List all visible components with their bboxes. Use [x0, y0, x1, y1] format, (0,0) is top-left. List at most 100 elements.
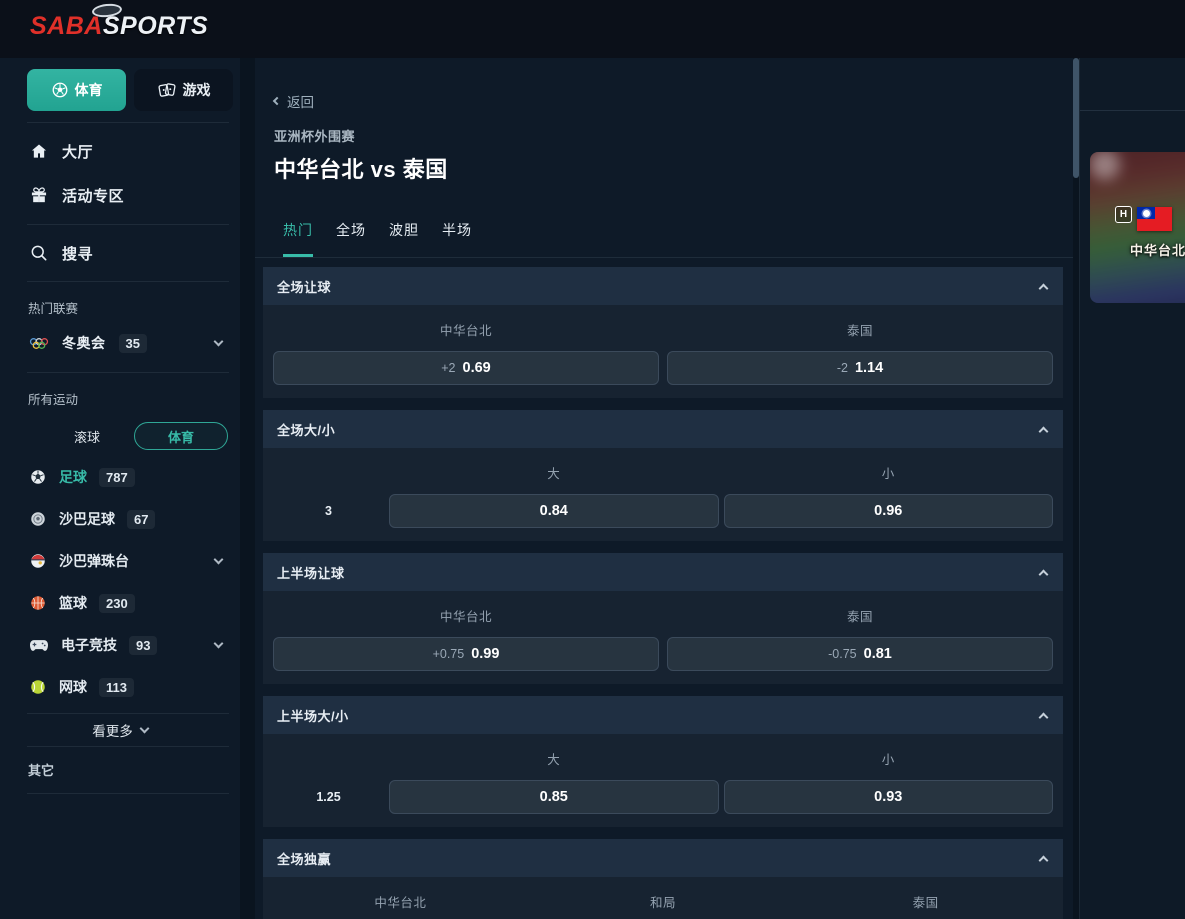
- games-mode-button[interactable]: 游戏: [134, 69, 233, 111]
- sidebar-item-saba-pinball[interactable]: 沙巴弹珠台: [0, 540, 240, 582]
- basketball-icon: [29, 594, 47, 612]
- chevron-left-icon: [273, 97, 281, 105]
- column-header: 中华台北: [273, 600, 659, 637]
- market-header[interactable]: 上半场让球: [263, 553, 1063, 591]
- column-header: 和局: [536, 886, 791, 919]
- live-prematch-toggle: 滚球 体育: [40, 422, 228, 450]
- divider: [27, 372, 229, 373]
- odds-button-over[interactable]: 0.85: [389, 780, 719, 814]
- column-header: 中华台北: [273, 886, 528, 919]
- chevron-up-icon: [1039, 712, 1049, 722]
- column-header: 小: [724, 743, 1054, 780]
- column-header: 大: [389, 743, 719, 780]
- odds-button-over[interactable]: 0.84: [389, 494, 719, 528]
- sidebar-item-search[interactable]: 搜寻: [0, 231, 240, 275]
- odds-value: 0.99: [471, 646, 499, 662]
- home-team-card[interactable]: H 中华台北: [1090, 152, 1185, 303]
- column-header: 大: [389, 457, 719, 494]
- sidebar-item-winter-olympics[interactable]: 冬奥会 35: [0, 321, 240, 365]
- team-name: 中华台北: [1130, 240, 1185, 259]
- column-header-spacer: [273, 457, 384, 494]
- sport-label: 篮球: [59, 593, 87, 613]
- column-header: 泰国: [798, 886, 1053, 919]
- tab-correct-score[interactable]: 波胆: [389, 220, 419, 257]
- market-header[interactable]: 全场让球: [263, 267, 1063, 305]
- odds-button-under[interactable]: 0.93: [724, 780, 1054, 814]
- market-body: 中华台北 和局 泰国: [263, 877, 1063, 919]
- odds-value: 0.69: [463, 360, 491, 376]
- sidebar-item-basketball[interactable]: 篮球 230: [0, 582, 240, 624]
- home-badge: H: [1115, 206, 1132, 223]
- chevron-down-icon[interactable]: [214, 337, 224, 347]
- pinball-icon: [29, 552, 47, 570]
- tab-halftime[interactable]: 半场: [442, 220, 472, 257]
- home-icon: [29, 141, 49, 161]
- market-section-ft-handicap: 全场让球 中华台北 泰国 +2 0.69 -2 1.14: [263, 267, 1063, 398]
- sidebar-item-soccer[interactable]: 足球 787: [0, 456, 240, 498]
- market-body: 大 小 1.25 0.85 0.93: [263, 734, 1063, 827]
- league-count-badge: 35: [119, 334, 147, 353]
- odds-button-home[interactable]: +0.75 0.99: [273, 637, 659, 671]
- market-header[interactable]: 上半场大/小: [263, 696, 1063, 734]
- odds-value: 0.84: [540, 503, 568, 519]
- toggle-live[interactable]: 滚球: [40, 422, 134, 450]
- odds-button-away[interactable]: -2 1.14: [667, 351, 1053, 385]
- chevron-down-icon[interactable]: [214, 555, 224, 565]
- divider: [27, 122, 229, 123]
- market-tabs: 热门 全场 波胆 半场: [255, 220, 1073, 258]
- divider: [1080, 110, 1185, 111]
- sidebar-item-esports[interactable]: 电子竞技 93: [0, 624, 240, 666]
- gift-icon: [29, 185, 49, 205]
- markets-list: 全场让球 中华台北 泰国 +2 0.69 -2 1.14: [255, 258, 1073, 919]
- topbar: SABASPORTS: [0, 0, 1185, 58]
- handicap-line: -2: [837, 361, 848, 375]
- tab-hot[interactable]: 热门: [283, 220, 313, 257]
- tab-fulltime[interactable]: 全场: [336, 220, 366, 257]
- sidebar-item-lobby[interactable]: 大厅: [0, 129, 240, 173]
- market-title: 上半场大/小: [277, 706, 349, 725]
- see-more-button[interactable]: 看更多: [0, 714, 240, 746]
- chevron-up-icon: [1039, 426, 1049, 436]
- chevron-up-icon: [1039, 569, 1049, 579]
- column-header: 泰国: [667, 600, 1053, 637]
- chevron-down-icon[interactable]: [214, 639, 224, 649]
- market-header[interactable]: 全场独赢: [263, 839, 1063, 877]
- sport-label: 沙巴弹珠台: [59, 551, 129, 571]
- sidebar-item-tennis[interactable]: 网球 113: [0, 666, 240, 708]
- chevron-down-icon: [139, 724, 149, 734]
- back-button[interactable]: 返回: [274, 91, 1073, 111]
- chevron-up-icon: [1039, 283, 1049, 293]
- sidebar-item-promotions[interactable]: 活动专区: [0, 173, 240, 217]
- flag-sun: [1143, 210, 1150, 217]
- sidebar-item-saba-soccer[interactable]: 沙巴足球 67: [0, 498, 240, 540]
- goal-line: 1.25: [273, 780, 384, 814]
- toggle-sports[interactable]: 体育: [134, 422, 228, 450]
- odds-value: 0.93: [874, 789, 902, 805]
- tennis-icon: [29, 678, 47, 696]
- all-sports-heading: 所有运动: [0, 389, 240, 408]
- odds-button-away[interactable]: -0.75 0.81: [667, 637, 1053, 671]
- divider: [27, 793, 229, 794]
- divider: [27, 224, 229, 225]
- sidebar-item-label: 活动专区: [62, 185, 124, 206]
- sport-count-badge: 67: [127, 510, 155, 529]
- see-more-label: 看更多: [92, 720, 133, 740]
- handicap-line: +2: [441, 361, 455, 375]
- market-header[interactable]: 全场大/小: [263, 410, 1063, 448]
- odds-value: 0.96: [874, 503, 902, 519]
- chevron-up-icon: [1039, 855, 1049, 865]
- market-section-fh-over-under: 上半场大/小 大 小 1.25 0.85 0.93: [263, 696, 1063, 827]
- odds-button-home[interactable]: +2 0.69: [273, 351, 659, 385]
- sport-count-badge: 787: [99, 468, 135, 487]
- market-title: 上半场让球: [277, 563, 345, 582]
- mode-switcher: 体育 游戏: [27, 69, 240, 111]
- odds-button-under[interactable]: 0.96: [724, 494, 1054, 528]
- column-header: 泰国: [667, 314, 1053, 351]
- saba-soccer-icon: [29, 510, 47, 528]
- goal-line: 3: [273, 494, 384, 528]
- league-name: 亚洲杯外围赛: [274, 126, 1073, 145]
- saba-sports-logo[interactable]: SABASPORTS: [30, 12, 208, 41]
- sport-count-badge: 230: [99, 594, 135, 613]
- back-label: 返回: [287, 91, 314, 111]
- sports-mode-button[interactable]: 体育: [27, 69, 126, 111]
